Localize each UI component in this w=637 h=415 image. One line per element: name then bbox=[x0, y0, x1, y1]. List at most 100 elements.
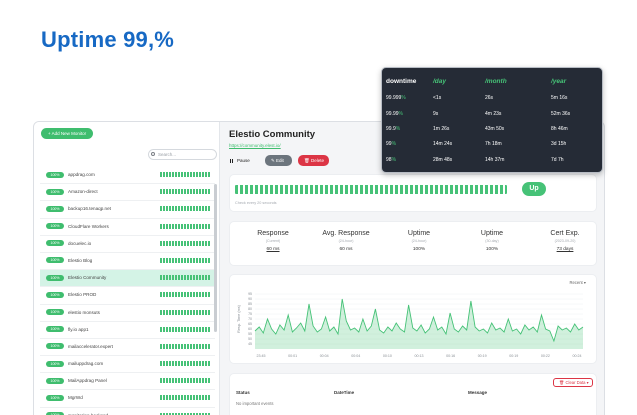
uptime-badge: 100% bbox=[46, 240, 64, 247]
monitor-name: Elestio Blog bbox=[68, 257, 93, 263]
mini-heartbeat-bar bbox=[160, 172, 211, 177]
y-tick-label: 60 bbox=[248, 327, 252, 331]
uptime-cell-month: 14h 37m bbox=[485, 157, 505, 163]
monitor-url-link[interactable]: https://community.elest.io/ bbox=[229, 143, 281, 148]
delete-button[interactable]: 🗑 Delete bbox=[298, 155, 329, 166]
monitor-list-item[interactable]: 100% Amazon-direct bbox=[40, 184, 215, 202]
x-tick-label: 00:16 bbox=[446, 354, 455, 358]
mini-heartbeat-bar bbox=[160, 206, 211, 212]
uptime-cell-day: <1s bbox=[433, 95, 442, 101]
uptime-badge: 100% bbox=[46, 360, 64, 367]
monitor-list-item[interactable]: 100% MgrWd bbox=[40, 390, 215, 408]
add-monitor-button[interactable]: + Add New Monitor bbox=[41, 128, 94, 139]
stat-block: Avg. Response (24-hour) 60 ms bbox=[309, 229, 383, 255]
monitor-list-item[interactable]: 100% CloudFlare Workers bbox=[40, 219, 215, 236]
x-tick-label: 00:01 bbox=[288, 354, 297, 358]
response-chart-card: Recent ▾ 45 50 55 60 65 70 75 80 85 90 95 Resp. Tim… bbox=[229, 274, 597, 364]
search-input[interactable]: Search... bbox=[148, 149, 217, 160]
uptime-badge: 100% bbox=[46, 326, 64, 333]
mini-heartbeat-bar bbox=[160, 275, 211, 281]
uptime-cell-day: 1m 26s bbox=[433, 126, 450, 132]
uptime-percent-sign: % bbox=[391, 157, 397, 163]
y-tick-label: 70 bbox=[248, 317, 252, 321]
uptime-badge: 100% bbox=[46, 223, 64, 230]
monitor-name: mailuppdrag.com bbox=[68, 361, 104, 367]
mini-heartbeat-bar bbox=[160, 189, 211, 195]
uptime-cell-month: 7h 18m bbox=[485, 141, 502, 147]
x-tick-label: 00:10 bbox=[383, 354, 392, 358]
monitor-list-item[interactable]: 100% MailAppdrag Panel bbox=[40, 373, 215, 391]
monitor-list-item[interactable]: 100% backup16.tenaqp.net bbox=[40, 201, 215, 219]
monitor-name: CloudFlare Workers bbox=[68, 223, 109, 229]
uptime-cell-year: 52m 36s bbox=[551, 111, 571, 117]
monitor-name: monitoring-backend bbox=[68, 412, 108, 415]
x-tick-label: 23:45 bbox=[257, 354, 266, 358]
monitor-list-item[interactable]: 100% mailuppdrag.com bbox=[40, 356, 215, 374]
events-col-message: Message bbox=[468, 390, 488, 395]
monitor-name: backup16.tenaqp.net bbox=[68, 206, 111, 212]
clear-data-label: Clear Data bbox=[565, 380, 586, 385]
events-card: 🗑 Clear Data ▾ Status DateTime Message N… bbox=[229, 373, 597, 415]
uptime-percent: 99.99% bbox=[386, 111, 403, 117]
monitor-list-item[interactable]: 100% Elestio Blog bbox=[40, 253, 215, 271]
x-tick-label: 00:04 bbox=[320, 354, 329, 358]
heartbeat-note: Check every 20 seconds bbox=[235, 201, 277, 205]
monitor-list-item[interactable]: 100% Elestio PROD bbox=[40, 287, 215, 305]
uptime-cell-day: 28m 48s bbox=[433, 157, 453, 163]
monitor-list-item[interactable]: 100% fly.io app1 bbox=[40, 322, 215, 339]
monitor-name: MgrWd bbox=[68, 395, 83, 401]
monitor-list-item[interactable]: 100% Elestio Community bbox=[40, 270, 215, 288]
uptime-cell-year: 5m 16s bbox=[551, 95, 568, 101]
clear-data-button[interactable]: 🗑 Clear Data ▾ bbox=[553, 378, 593, 387]
sidebar-scrollbar[interactable] bbox=[214, 184, 217, 332]
y-axis-label: Resp. Time (ms) bbox=[237, 304, 241, 333]
heartbeat-bar bbox=[235, 185, 507, 194]
edit-button[interactable]: ✎ Edit bbox=[265, 155, 292, 166]
uptime-cell-year: 7d 7h bbox=[551, 157, 564, 163]
mini-heartbeat-bar bbox=[160, 223, 211, 229]
mini-heartbeat-bar bbox=[160, 292, 211, 298]
mini-heartbeat-bar bbox=[160, 326, 211, 332]
uptime-percent-sign: % bbox=[401, 95, 406, 101]
monitor-name: Amazon-direct bbox=[68, 189, 98, 195]
stat-block: Uptime (24-hour) 100% bbox=[382, 229, 456, 255]
uptime-percent: 99.999% bbox=[386, 95, 406, 101]
mini-heartbeat-bar bbox=[160, 395, 211, 401]
monitor-list-item[interactable]: 100% appdrag.com bbox=[40, 167, 215, 185]
pause-button[interactable]: Pause bbox=[229, 155, 256, 166]
stat-title: Cert Exp. bbox=[550, 230, 580, 237]
stat-value[interactable]: 73 days bbox=[528, 244, 602, 255]
monitor-name: MailAppdrag Panel bbox=[68, 378, 107, 384]
search-placeholder: Search... bbox=[158, 152, 177, 157]
uptime-percent: 98% bbox=[386, 157, 396, 163]
uptime-badge: 100% bbox=[46, 394, 64, 401]
uptime-cell-month: 43m 50s bbox=[485, 126, 505, 132]
events-col-status: Status bbox=[236, 390, 250, 395]
uptime-downtime-table: downtime /day /month /year 99.999% <1s 26s… bbox=[381, 67, 603, 173]
pause-label: Pause bbox=[237, 158, 250, 163]
mini-heartbeat-bar bbox=[160, 309, 211, 315]
uptime-percent-value: 99.999 bbox=[386, 95, 402, 101]
uptime-percent-value: 99.99 bbox=[386, 111, 399, 117]
uptime-badge: 100% bbox=[46, 171, 64, 178]
stat-value[interactable]: 60 ms bbox=[236, 244, 310, 255]
sidebar: + Add New Monitor Search... 100% appdrag.… bbox=[34, 122, 220, 415]
stat-title: Response bbox=[257, 230, 289, 237]
monitor-list-item[interactable]: 100%monitoring-backend bbox=[40, 408, 215, 415]
uptime-cell-month: 26s bbox=[485, 95, 494, 101]
events-col-datetime: DateTime bbox=[334, 390, 355, 395]
y-tick-label: 90 bbox=[248, 297, 252, 301]
x-tick-label: 00:04 bbox=[351, 354, 360, 358]
uptime-badge: 100% bbox=[46, 257, 64, 264]
monitor-list-item[interactable]: 100% mailaccelerator.expert bbox=[40, 339, 215, 357]
monitor-list-item[interactable]: 100% docuelec.io bbox=[40, 236, 215, 253]
x-tick-label: 00:24 bbox=[573, 354, 582, 358]
y-tick-label: 95 bbox=[248, 292, 252, 296]
y-tick-label: 80 bbox=[248, 307, 252, 311]
stat-title: Uptime bbox=[480, 230, 504, 237]
uptime-badge: 100% bbox=[46, 343, 64, 350]
monitor-list-item[interactable]: 100% elestio monsuts bbox=[40, 305, 215, 322]
x-tick-label: 00:19 bbox=[509, 354, 518, 358]
monitor-name: docuelec.io bbox=[68, 240, 92, 246]
y-tick-label: 65 bbox=[248, 322, 252, 326]
